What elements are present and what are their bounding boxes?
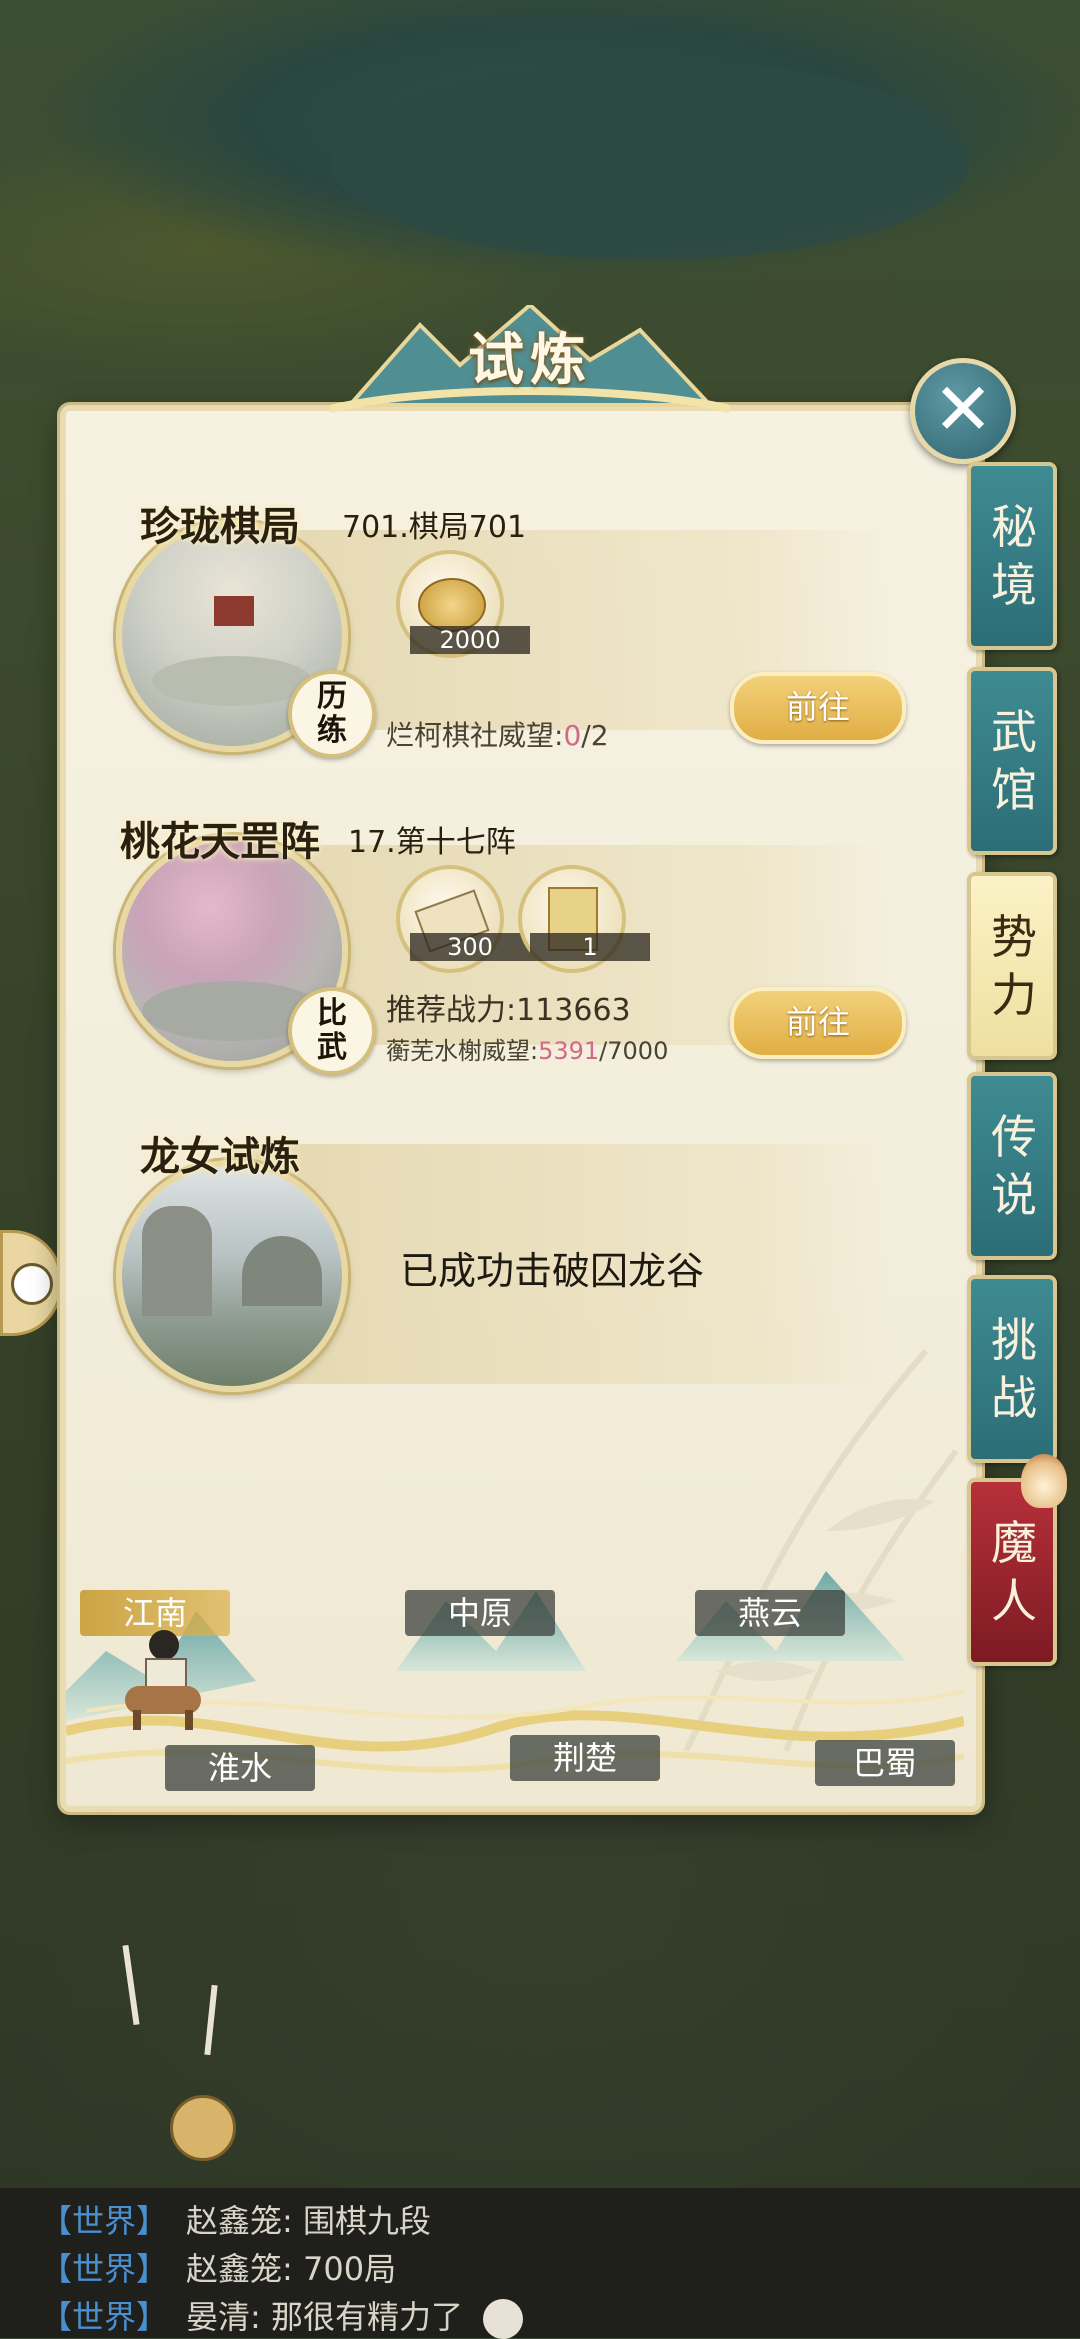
reward-quantity: 1	[530, 933, 650, 961]
region-jingchu[interactable]: 荆楚	[510, 1735, 660, 1781]
tab-wuguan[interactable]: 武馆	[967, 667, 1057, 855]
valley-scene-image	[116, 1160, 348, 1392]
tab-label: 秘境	[991, 500, 1037, 612]
tab-label: 挑战	[991, 1313, 1037, 1425]
world-chat-box[interactable]: 【世界】 赵鑫笼: 围棋九段 【世界】 赵鑫笼: 700局 【世界】 晏清: 那很有精…	[0, 2188, 1080, 2339]
reputation-current: 0	[563, 719, 582, 752]
reputation-current: 5391	[538, 1037, 600, 1065]
go-button[interactable]: 前往	[730, 987, 906, 1059]
page-title: 试炼	[468, 328, 592, 393]
region-huaishui[interactable]: 淮水	[165, 1745, 315, 1791]
trial-card-zhenlong: 珍珑棋局 701.棋局701 历练 2000 烂柯棋社威望:0/2 前往	[110, 500, 910, 758]
panel-title-banner: 试炼	[330, 285, 730, 415]
reputation-label: 烂柯棋社威望:	[386, 719, 564, 752]
trial-name: 龙女试炼	[140, 1134, 300, 1180]
trial-name: 桃花天罡阵	[120, 819, 320, 865]
close-button[interactable]: ✕	[910, 358, 1016, 464]
trial-stage: 701.棋局701	[342, 510, 527, 545]
chat-sender: 晏清:	[186, 2298, 261, 2336]
trial-card-taohua: 桃花天罡阵 17.第十七阵 比武 300 1 推荐战力:113663 蘅芜水榭威…	[110, 815, 910, 1075]
chat-message: 700局	[302, 2250, 397, 2288]
chat-channel: 【世界】	[40, 2298, 169, 2336]
trial-stage: 17.第十七阵	[348, 825, 516, 860]
region-zhongyuan[interactable]: 中原	[405, 1590, 555, 1636]
reputation-max: /2	[581, 719, 609, 752]
trial-name: 珍珑棋局	[140, 504, 300, 550]
chat-sender: 赵鑫笼:	[186, 2250, 293, 2288]
reputation-label: 蘅芜水榭威望:	[386, 1037, 539, 1065]
player-rider-avatar	[125, 1630, 205, 1730]
reward-quantity: 2000	[410, 626, 530, 654]
badge-biwu: 比武	[288, 987, 376, 1075]
close-icon: ✕	[932, 367, 994, 451]
tab-tiaozhan[interactable]: 挑战	[967, 1275, 1057, 1463]
tab-label: 魔人	[991, 1516, 1037, 1628]
tab-mijing[interactable]: 秘境	[967, 462, 1057, 650]
chat-sender: 赵鑫笼:	[186, 2202, 293, 2240]
tab-chuanshuo[interactable]: 传说	[967, 1072, 1057, 1260]
tab-label: 武馆	[991, 705, 1037, 817]
region-yanyun[interactable]: 燕云	[695, 1590, 845, 1636]
chat-line: 【世界】 赵鑫笼: 700局	[40, 2244, 396, 2290]
chat-line: 【世界】 晏清: 那很有精力了	[40, 2292, 524, 2339]
region-bashu[interactable]: 巴蜀	[815, 1740, 955, 1786]
badge-text: 历练	[317, 679, 347, 748]
chat-channel: 【世界】	[40, 2202, 169, 2240]
chat-line: 【世界】 赵鑫笼: 围棋九段	[40, 2196, 431, 2242]
reputation-max: /7000	[599, 1037, 669, 1065]
go-button[interactable]: 前往	[730, 672, 906, 744]
tab-label: 势力	[991, 910, 1037, 1022]
tab-shili[interactable]: 势力	[967, 872, 1057, 1060]
flame-icon	[1021, 1454, 1067, 1508]
map-npc-marker[interactable]	[170, 2095, 236, 2161]
recommended-power: 推荐战力:113663	[386, 993, 631, 1028]
badge-lilian: 历练	[288, 670, 376, 758]
chat-channel: 【世界】	[40, 2250, 169, 2288]
chat-message: 围棋九段	[302, 2202, 431, 2240]
trial-card-longnv: 龙女试炼 已成功击破囚龙谷	[110, 1130, 910, 1400]
reputation-text: 烂柯棋社威望:0/2	[386, 714, 609, 754]
reputation-text: 蘅芜水榭威望:5391/7000	[386, 1031, 668, 1066]
trial-status: 已成功击破囚龙谷	[400, 1249, 705, 1293]
tab-label: 传说	[991, 1110, 1037, 1222]
emoji-icon	[483, 2299, 524, 2339]
chat-message: 那很有精力了	[270, 2298, 463, 2336]
badge-text: 比武	[317, 996, 347, 1065]
reward-quantity: 300	[410, 933, 530, 961]
tab-moren[interactable]: 魔人	[967, 1454, 1067, 1666]
